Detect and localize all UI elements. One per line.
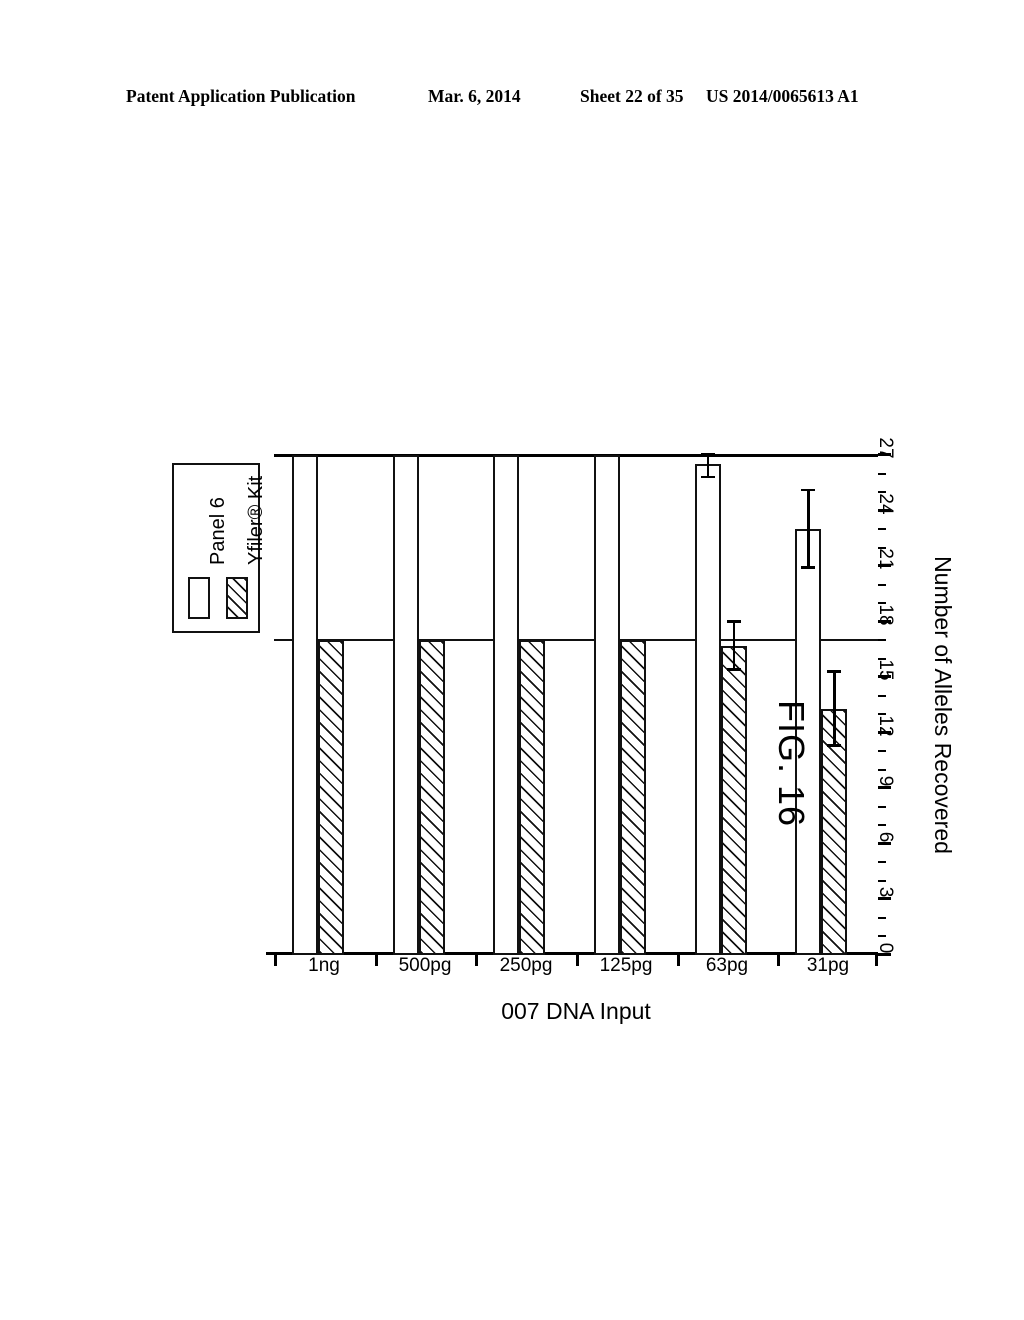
value-tick-minor [878, 824, 886, 827]
value-tick-minor [878, 472, 886, 475]
category-tick [475, 954, 479, 966]
category-tick [374, 954, 378, 966]
error-bar-yfiler-kit-31pg [821, 455, 847, 955]
category-label-63pg: 63pg [705, 955, 749, 976]
bar-panel-6-250pg [493, 455, 520, 955]
bar-chart: 0 3 6 9 12 15 18 21 24 27 1ng 500pg 250pg 125pg 63pg 31… [172, 435, 956, 1045]
value-tick-minor [878, 639, 886, 642]
category-label-31pg: 31pg [806, 955, 849, 976]
reference-line [274, 639, 878, 642]
bar-panel-6-125pg [594, 455, 620, 955]
category-label-125pg: 125pg [599, 955, 653, 976]
value-tick-label: 0 [875, 942, 896, 954]
category-label-250pg: 250pg [499, 955, 553, 976]
value-axis-max-line [274, 454, 878, 457]
value-tick-minor [878, 583, 886, 586]
category-axis-title: 007 DNA Input [501, 998, 651, 1024]
category-tick [676, 954, 680, 966]
bar-yfiler-kit-500pg [418, 640, 445, 955]
value-tick-label: 12 [875, 715, 896, 737]
legend-swatch-panel6 [188, 577, 210, 619]
value-tick-label: 24 [875, 492, 896, 515]
bar-yfiler-kit-1ng [318, 640, 344, 955]
value-tick-minor [878, 861, 886, 864]
legend-swatch-yfiler [226, 577, 248, 619]
value-tick-major [878, 953, 891, 956]
error-bar-panel-6-63pg [695, 453, 721, 955]
figure-caption: FIG. 16 [771, 700, 812, 828]
value-tick-label: 21 [875, 548, 896, 570]
value-tick-major [878, 786, 891, 790]
value-tick-minor [878, 879, 886, 882]
value-tick-minor [878, 805, 886, 808]
value-tick-minor [878, 750, 886, 753]
value-tick-minor [878, 916, 886, 919]
value-tick-label: 6 [875, 831, 896, 843]
value-tick-major [878, 841, 891, 845]
category-label-500pg: 500pg [398, 955, 452, 976]
bar-yfiler-kit-125pg [620, 640, 646, 955]
value-tick-label: 9 [875, 776, 896, 787]
value-tick-label: 3 [875, 887, 896, 898]
value-axis-title: Number of Alleles Recovered [930, 556, 956, 854]
value-tick-minor [878, 768, 886, 771]
error-bar-yfiler-kit-63pg [721, 455, 747, 955]
value-tick-minor [878, 528, 886, 531]
chart-legend: Panel 6 Yfiler® Kit [172, 463, 267, 633]
bar-yfiler-kit-250pg [519, 640, 546, 955]
legend-label-yfiler-kit: Yfiler® Kit [245, 475, 267, 565]
category-tick [875, 954, 878, 966]
value-tick-major [878, 897, 891, 901]
figure-area: 0 3 6 9 12 15 18 21 24 27 1ng 500pg 250pg 125pg 63pg 31… [0, 0, 1024, 1320]
bar-panel-6-500pg [392, 455, 419, 955]
value-tick-label: 15 [875, 659, 896, 681]
value-tick-label: 27 [875, 437, 896, 459]
category-tick [274, 954, 277, 966]
value-tick-label: 18 [875, 604, 896, 626]
category-label-1ng: 1ng [308, 955, 341, 976]
category-tick [777, 954, 781, 966]
value-tick-minor [878, 694, 886, 697]
value-axis-line [266, 952, 878, 955]
value-tick-minor [878, 935, 886, 938]
legend-label-panel-6: Panel 6 [207, 497, 229, 565]
bar-panel-6-1ng [292, 455, 318, 955]
category-tick [576, 954, 579, 966]
